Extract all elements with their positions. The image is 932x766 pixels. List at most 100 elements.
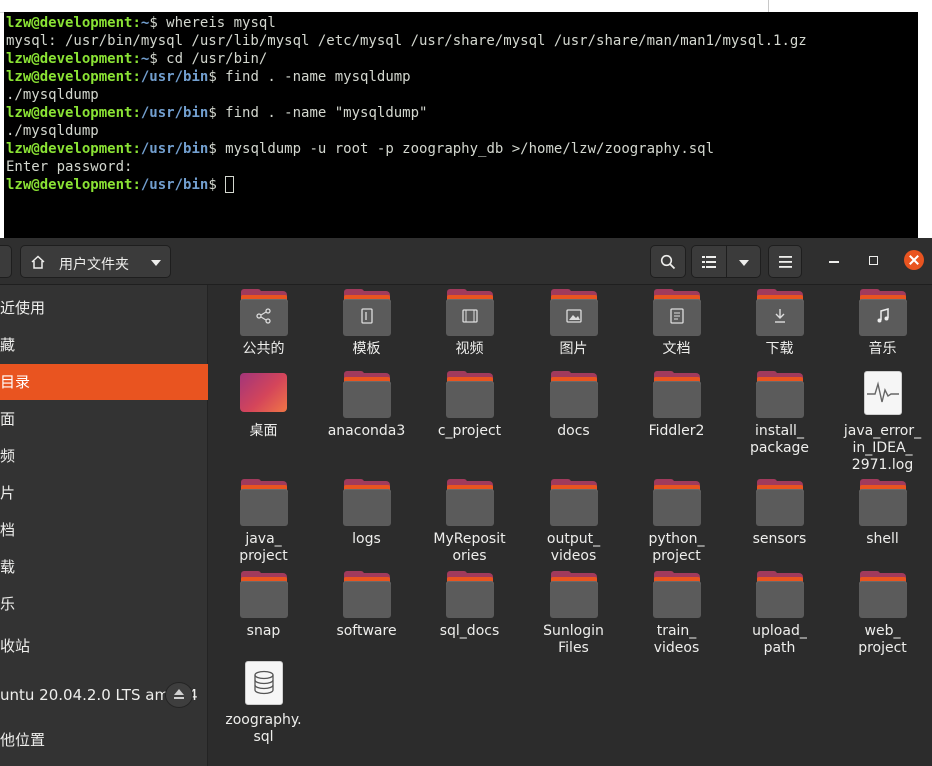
sidebar-item-label: 他位置 (0, 731, 46, 749)
maximize-icon[interactable] (869, 256, 878, 265)
prompt-user: lzw@development (6, 105, 133, 121)
database-file-icon (240, 661, 288, 709)
music-icon (859, 289, 907, 337)
file-item-label: 音乐 (868, 341, 897, 357)
terminal-screen[interactable]: lzw@development:~$ whereis mysql mysql: /… (4, 12, 918, 238)
list-view-button[interactable] (691, 245, 727, 278)
file-item-label: web_ project (858, 623, 907, 656)
sidebar-item[interactable]: 档 (0, 512, 208, 548)
file-item-label: 图片 (559, 341, 588, 357)
path-bar-button[interactable]: 用户文件夹 (20, 245, 171, 278)
prompt-user: lzw@development (6, 177, 133, 193)
search-button[interactable] (650, 245, 686, 278)
sidebar-item[interactable]: 频 (0, 438, 208, 474)
file-item-label: logs (352, 531, 381, 547)
sidebar-item[interactable]: 藏 (0, 327, 208, 363)
file-item-label: 视频 (455, 341, 484, 357)
image-icon (550, 289, 598, 337)
file-item-label: 文档 (662, 341, 691, 357)
hamburger-icon (779, 256, 792, 268)
terminal-prompt-line: lzw@development:/usr/bin$ find . -name "… (6, 104, 427, 122)
places-sidebar: 近使用藏目录面频片档载乐收站 untu 20.04.2.0 LTS amd64 他位… (0, 285, 208, 766)
search-icon (660, 254, 676, 270)
folder-icon (446, 479, 494, 527)
sidebar-item[interactable]: 收站 (0, 628, 208, 664)
folder-icon (859, 571, 907, 619)
menu-button[interactable] (768, 245, 802, 278)
file-item-label: output_ videos (546, 531, 601, 564)
eject-icon[interactable] (165, 682, 193, 708)
folder-icon (240, 479, 288, 527)
file-item-label: java_error_ in_IDEA_ 2971.log (843, 423, 922, 473)
file-item-label: 下载 (765, 341, 794, 357)
prompt-dollar: $ (208, 69, 217, 85)
close-icon[interactable] (904, 250, 924, 270)
file-item-label: python_ project (648, 531, 705, 564)
minimize-icon[interactable] (829, 261, 839, 263)
folder-icon (550, 371, 598, 419)
file-item-label: Fiddler2 (648, 423, 705, 439)
file-item-label: 桌面 (249, 423, 278, 439)
file-item-label: upload_ path (752, 623, 807, 656)
prompt-dollar: $ (149, 15, 158, 31)
prompt-colon: : (132, 51, 141, 67)
file-item-label: 公共的 (242, 341, 285, 357)
download-icon (756, 289, 804, 337)
sidebar-item[interactable]: 目录 (0, 364, 208, 400)
folder-icon (343, 571, 391, 619)
terminal-prompt-line: lzw@development:~$ cd /usr/bin/ (6, 50, 267, 68)
folder-icon (240, 571, 288, 619)
titlebar-separator (768, 0, 769, 12)
terminal-output-line: ./mysqldump (6, 87, 99, 103)
sidebar-item[interactable]: 他位置 (0, 722, 208, 758)
sidebar-item-label: 频 (0, 447, 16, 465)
sidebar-item[interactable]: 乐 (0, 586, 208, 622)
file-item-label: c_project (437, 423, 502, 439)
sidebar-item[interactable]: 近使用 (0, 290, 208, 326)
file-grid: 公共的 模板 视频 图片 文档 下载 音乐 桌面 anaconda3 c_project docs F… (209, 285, 932, 766)
terminal-scrollbar[interactable] (918, 12, 932, 238)
folder-icon (343, 479, 391, 527)
prompt-colon: : (132, 105, 141, 121)
terminal-output-line: mysql: /usr/bin/mysql /usr/lib/mysql /et… (6, 33, 807, 49)
sidebar-item[interactable]: 面 (0, 401, 208, 437)
prompt-command: cd /usr/bin/ (157, 51, 268, 67)
prompt-dollar: $ (208, 141, 217, 157)
sidebar-item-label: 档 (0, 521, 16, 539)
document-icon (653, 289, 701, 337)
sidebar-item[interactable]: 片 (0, 475, 208, 511)
prompt-user: lzw@development (6, 69, 133, 85)
desktop-icon (240, 373, 288, 419)
file-item-label: 模板 (352, 341, 381, 357)
list-view-icon (702, 256, 716, 268)
template-icon (343, 289, 391, 337)
sidebar-item-label: 藏 (0, 336, 16, 354)
path-back-segment[interactable] (0, 245, 12, 278)
sidebar-item[interactable]: 载 (0, 549, 208, 585)
share-icon (240, 289, 288, 337)
file-item-label: docs (557, 423, 590, 439)
prompt-command (217, 177, 225, 193)
prompt-user: lzw@development (6, 141, 133, 157)
sidebar-item-label: 载 (0, 558, 16, 576)
prompt-dollar: $ (208, 105, 217, 121)
file-item-label: zoography. sql (225, 712, 302, 745)
file-item-label: sensors (752, 531, 807, 547)
sidebar-item-label: 目录 (0, 373, 31, 391)
prompt-dollar: $ (208, 177, 217, 193)
file-manager-window: 用户文件夹 近使用藏目录面频片档载乐收站 untu 20.04.2.0 LTS a… (0, 238, 932, 766)
prompt-colon: : (132, 141, 141, 157)
folder-icon (756, 479, 804, 527)
file-item-label: shell (866, 531, 899, 547)
file-item-label: train_ videos (653, 623, 700, 656)
sidebar-item[interactable]: untu 20.04.2.0 LTS amd64 (0, 677, 208, 713)
sidebar-item-label: 收站 (0, 637, 31, 655)
terminal-window[interactable]: lzw@development:~$ whereis mysql mysql: /… (0, 0, 932, 238)
folder-icon (756, 371, 804, 419)
terminal-output-line: Enter password: (6, 159, 133, 175)
prompt-command: find . -name "mysqldump" (216, 105, 428, 121)
prompt-path: /usr/bin (140, 69, 209, 85)
view-options-dropdown[interactable] (726, 245, 761, 278)
prompt-colon: : (132, 69, 141, 85)
sidebar-item-label: 片 (0, 484, 16, 502)
